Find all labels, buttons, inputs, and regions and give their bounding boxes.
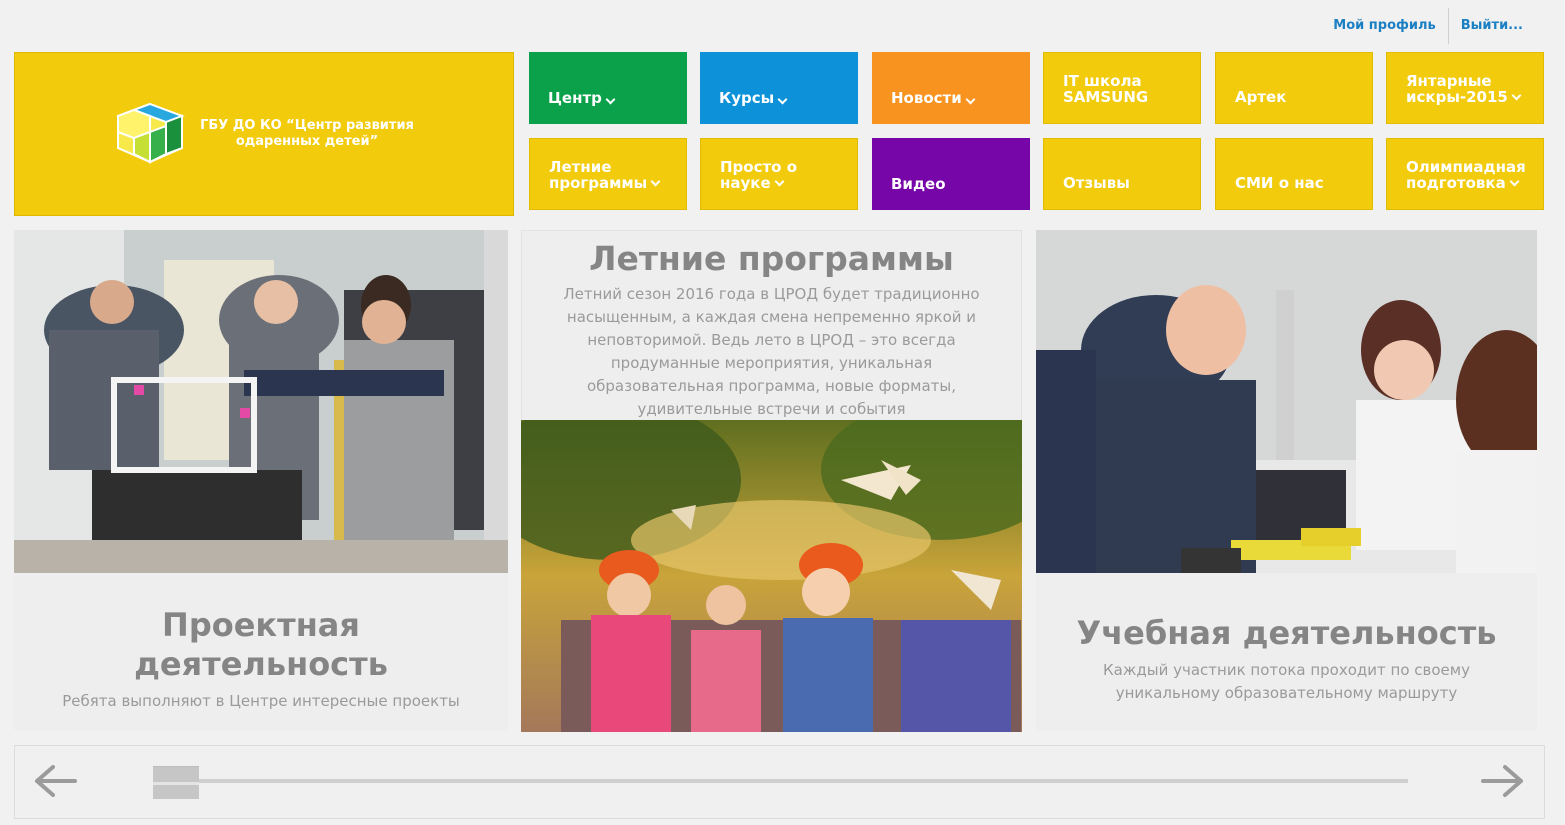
nav-tile-6[interactable]: Янтарные искры-2015 — [1386, 52, 1544, 124]
logo-text-line2: одаренных детей” — [235, 134, 379, 149]
nav-tile-label: Летние программы — [549, 159, 661, 191]
chevron-down-icon — [1509, 176, 1520, 187]
slider-track[interactable] — [153, 779, 1408, 783]
chevron-down-icon — [1511, 90, 1522, 101]
nav-tile-4[interactable]: IT школа SAMSUNG — [1043, 52, 1201, 124]
my-profile-link[interactable]: Мой профиль — [1321, 16, 1447, 36]
user-links: Мой профиль Выйти... — [1321, 8, 1535, 44]
nav-tile-3[interactable]: Новости — [872, 52, 1030, 124]
logo-cube-icon — [117, 102, 185, 164]
nav-tile-label: Новости — [891, 89, 962, 107]
nav-tile-8[interactable]: Просто о науке — [700, 138, 858, 210]
nav-tile-9[interactable]: Видео — [872, 138, 1030, 210]
logo-text-line1: ГБУ ДО КО “Центр развития — [200, 118, 414, 133]
chevron-down-icon — [605, 94, 616, 105]
nav-tile-7[interactable]: Летние программы — [529, 138, 687, 210]
summer-photo — [521, 420, 1022, 732]
nav-tile-11[interactable]: СМИ о нас — [1215, 138, 1373, 210]
card-summer[interactable]: Летние программы Летний сезон 2016 года … — [521, 230, 1022, 732]
nav-tile-2[interactable]: Курсы — [700, 52, 858, 124]
carousel-slider — [14, 745, 1545, 819]
arrow-left-icon[interactable] — [33, 764, 77, 798]
nav-tile-label: СМИ о нас — [1235, 174, 1324, 192]
card-study[interactable]: Учебная деятельность Каждый участник пот… — [1036, 230, 1537, 730]
card-study-title: Учебная деятельность — [1076, 614, 1497, 652]
nav-tile-label: Янтарные искры-2015 — [1406, 73, 1522, 105]
study-photo — [1036, 230, 1537, 573]
project-photo — [14, 230, 508, 573]
card-project-title-line2: деятельность — [134, 645, 388, 683]
nav-tile-label: Курсы — [719, 89, 775, 107]
nav-tile-label: Отзывы — [1063, 174, 1130, 192]
nav-tile-label: Центр — [548, 89, 602, 107]
slider-thumb[interactable] — [153, 766, 199, 799]
card-summer-title: Летние программы — [589, 239, 954, 278]
nav-tile-10[interactable]: Отзывы — [1043, 138, 1201, 210]
nav-tile-label: Артек — [1235, 88, 1287, 106]
nav-tile-label: Олимпиадная подготовка — [1406, 158, 1526, 192]
card-project-title-line1: Проектная — [162, 606, 360, 644]
nav-tile-12[interactable]: Олимпиадная подготовка — [1386, 138, 1544, 210]
logout-link[interactable]: Выйти... — [1449, 16, 1535, 36]
nav-tile-5[interactable]: Артек — [1215, 52, 1373, 124]
arrow-right-icon[interactable] — [1481, 764, 1525, 798]
nav-tile-1[interactable]: Центр — [529, 52, 687, 124]
nav-tile-label: Просто о науке — [720, 158, 798, 192]
nav-tile-label: IT школа SAMSUNG — [1063, 72, 1149, 106]
nav-tile-label: Видео — [891, 175, 946, 193]
logo-text: ГБУ ДО КО “Центр развития одаренных дете… — [200, 118, 414, 150]
chevron-down-icon — [774, 176, 785, 187]
card-project-title: Проектная деятельность — [14, 606, 508, 684]
chevron-down-icon — [965, 94, 976, 105]
card-project-text: Ребята выполняют в Центре интересные про… — [62, 692, 460, 710]
chevron-down-icon — [650, 176, 661, 187]
site-logo[interactable]: ГБУ ДО КО “Центр развития одаренных дете… — [14, 52, 514, 216]
card-study-text: Каждый участник потока проходит по своем… — [1103, 661, 1470, 702]
chevron-down-icon — [777, 94, 788, 105]
card-project[interactable]: Проектная деятельность Ребята выполняют … — [14, 230, 508, 730]
card-summer-text: Летний сезон 2016 года в ЦРОД будет трад… — [563, 285, 980, 418]
